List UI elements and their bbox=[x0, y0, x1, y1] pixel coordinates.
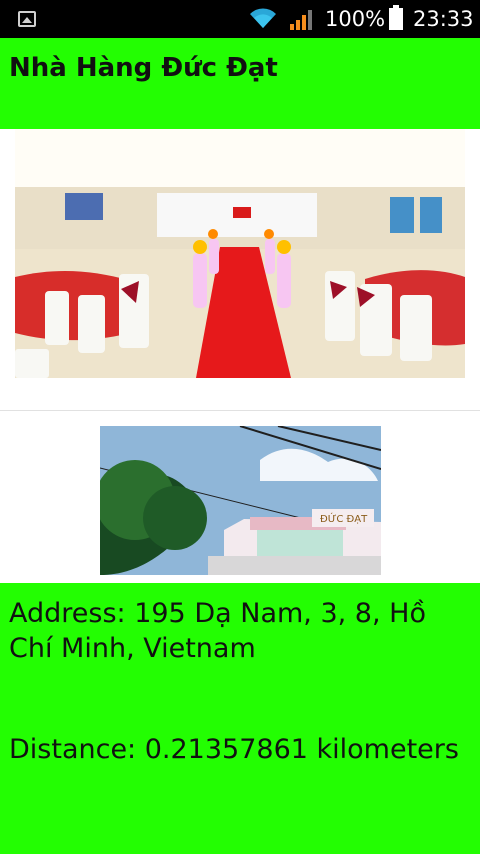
restaurant-details: Address: 195 Dạ Nam, 3, 8, Hồ Chí Minh, … bbox=[0, 583, 480, 854]
address-text: Address: 195 Dạ Nam, 3, 8, Hồ Chí Minh, … bbox=[9, 598, 426, 664]
wifi-icon bbox=[250, 8, 276, 28]
banquet-hall-photo[interactable] bbox=[15, 129, 465, 378]
banquet-hall-illustration bbox=[15, 129, 465, 378]
status-time: 23:33 bbox=[413, 7, 474, 31]
image-notification-icon bbox=[18, 11, 36, 27]
battery-percentage: 100% bbox=[325, 7, 386, 31]
status-bar: 100% 23:33 bbox=[0, 0, 480, 38]
exterior-illustration: ĐỨC ĐẠT bbox=[100, 426, 381, 575]
section-divider bbox=[0, 410, 480, 411]
building-sign: ĐỨC ĐẠT bbox=[320, 512, 368, 525]
distance-text: Distance: 0.21357861 kilometers bbox=[9, 734, 459, 765]
battery-icon bbox=[389, 5, 403, 30]
restaurant-header: Nhà Hàng Đức Đạt bbox=[0, 38, 480, 129]
restaurant-name: Nhà Hàng Đức Đạt bbox=[9, 53, 278, 83]
restaurant-exterior-photo[interactable]: ĐỨC ĐẠT bbox=[100, 426, 381, 575]
cell-signal-icon bbox=[290, 10, 312, 30]
